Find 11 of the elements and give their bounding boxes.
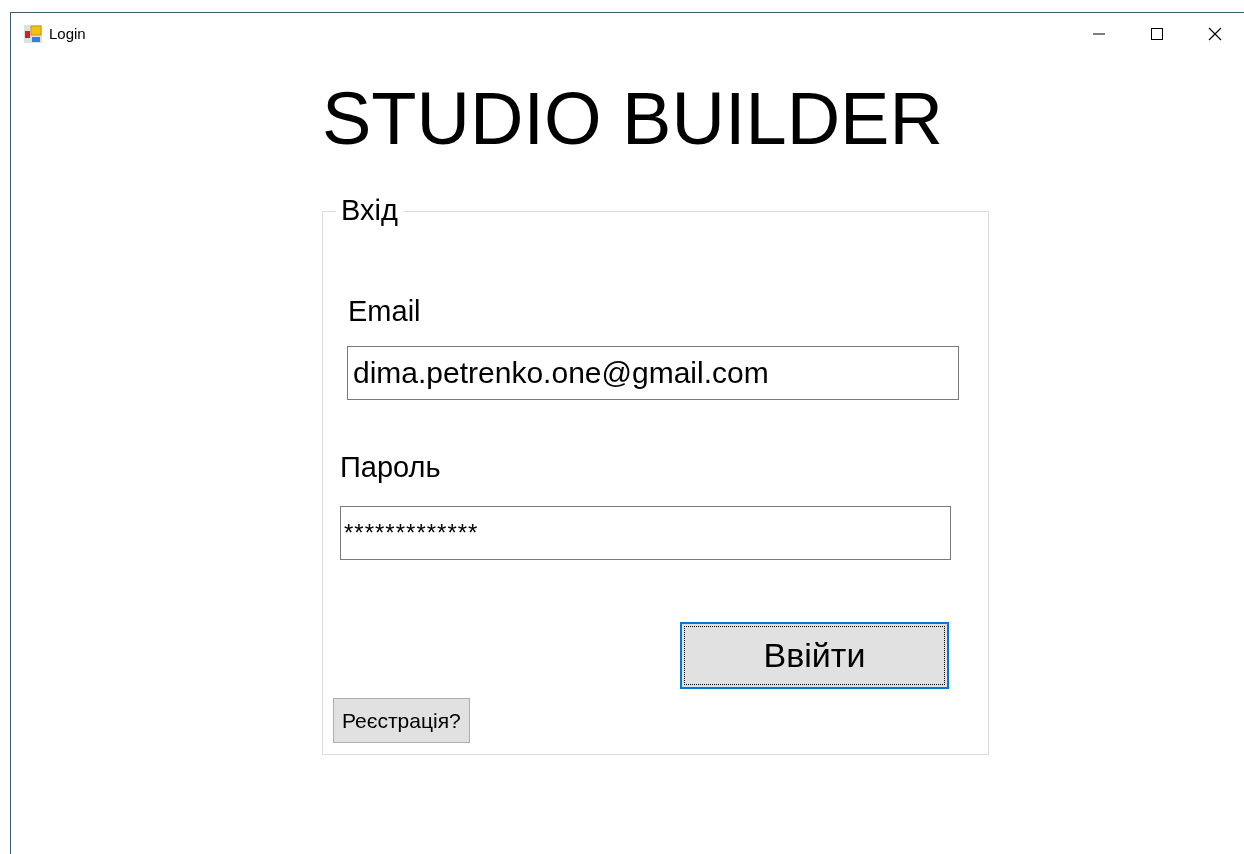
email-label: Email: [348, 294, 421, 328]
password-field[interactable]: *************: [340, 506, 951, 560]
close-icon[interactable]: [1207, 25, 1223, 42]
register-button[interactable]: Реєстрація?: [333, 698, 470, 743]
app-title: STUDIO BUILDER: [322, 76, 944, 162]
password-label: Пароль: [340, 450, 441, 484]
window-title: Login: [49, 25, 86, 42]
email-field[interactable]: dima.petrenko.one@gmail.com: [347, 346, 959, 400]
login-button[interactable]: Ввійти: [680, 622, 949, 689]
maximize-icon[interactable]: [1149, 25, 1165, 42]
app-icon: [24, 24, 42, 43]
